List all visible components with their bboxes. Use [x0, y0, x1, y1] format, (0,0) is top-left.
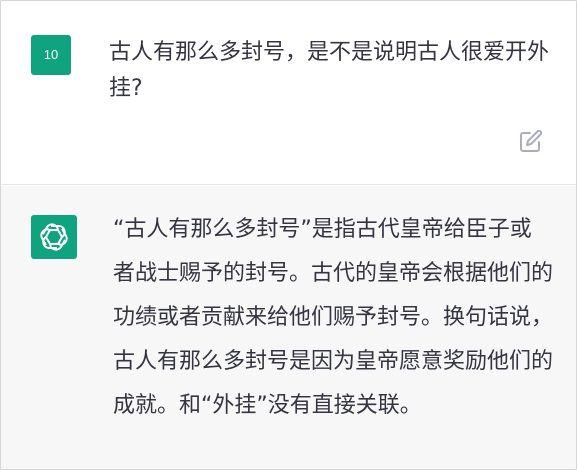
assistant-avatar [31, 215, 77, 259]
assistant-message: “古人有那么多封号”是指古代皇帝给臣子或者战士赐予的封号。古代的皇帝会根据他们的… [1, 186, 576, 469]
assistant-message-text: “古人有那么多封号”是指古代皇帝给臣子或者战士赐予的封号。古代的皇帝会根据他们的… [113, 217, 554, 418]
user-avatar: 10 [31, 35, 71, 75]
openai-logo-icon [40, 223, 68, 251]
edit-icon[interactable] [519, 129, 543, 153]
user-message-text: 古人有那么多封号，是不是说明古人很爱开外挂? [109, 40, 550, 101]
chat-window: 10 古人有那么多封号，是不是说明古人很爱开外挂? “古人有那么多封号”是指古代… [0, 0, 577, 470]
user-message: 10 古人有那么多封号，是不是说明古人很爱开外挂? [1, 1, 576, 185]
